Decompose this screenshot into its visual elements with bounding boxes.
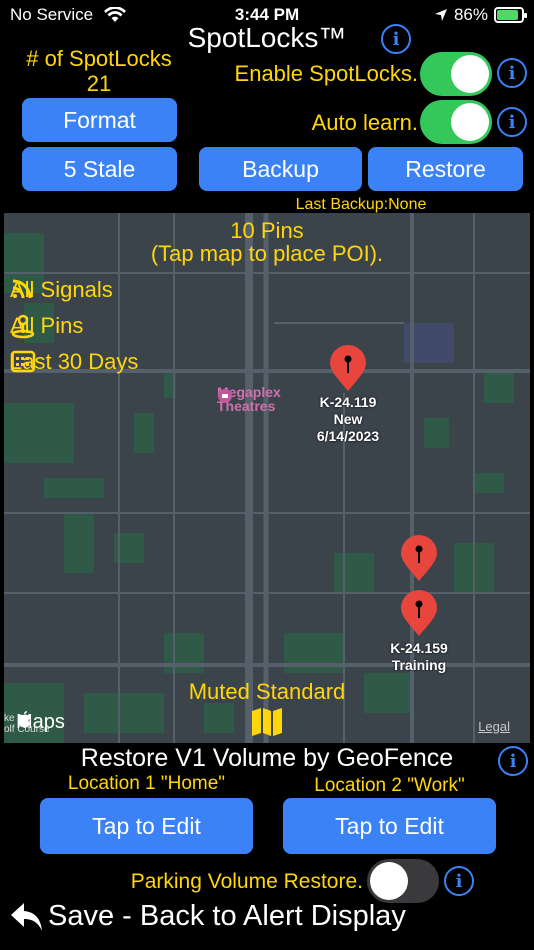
parking-volume-label: Parking Volume Restore.: [130, 870, 363, 893]
map-hint: (Tap map to place POI).: [150, 241, 384, 266]
enable-info-icon[interactable]: i: [497, 58, 527, 88]
restore-button[interactable]: Restore: [368, 147, 523, 191]
location-arrow-icon: [434, 9, 447, 21]
location2-edit-button[interactable]: Tap to Edit: [283, 798, 496, 854]
pin-marker-2[interactable]: [399, 535, 439, 583]
filter-last-30-days[interactable]: Last 30 Days: [10, 349, 138, 375]
signal-icon: [12, 279, 32, 299]
reply-arrow-icon: [11, 902, 42, 931]
pin-label-3: K-24.159 Training: [369, 640, 469, 674]
pin-label-1-status: New: [333, 411, 363, 427]
pin-filter-icon: [11, 314, 35, 339]
spotlocks-count-block: # of SpotLocks 21: [14, 46, 184, 96]
pin-label-3-status: Training: [391, 657, 447, 673]
auto-learn-toggle[interactable]: [420, 100, 492, 144]
save-back-label: Save - Back to Alert Display: [48, 900, 406, 932]
backup-button[interactable]: Backup: [199, 147, 362, 191]
pins-count: 10 Pins: [230, 218, 304, 243]
apple-maps-brand: Maps: [16, 711, 65, 734]
map-style-icon[interactable]: [250, 707, 284, 737]
spotlocks-count: 21: [86, 71, 112, 96]
legal-link[interactable]: Legal: [478, 719, 510, 734]
pin-marker-3[interactable]: [399, 590, 439, 638]
location2-label: Location 2 "Work": [314, 775, 465, 796]
location1-label: Location 1 "Home": [67, 773, 226, 794]
stale-button[interactable]: 5 Stale: [22, 147, 177, 191]
pin-label-1-date: 6/14/2023: [316, 428, 380, 444]
geofence-info-icon[interactable]: i: [498, 746, 528, 776]
parking-info-icon[interactable]: i: [444, 866, 474, 896]
theater-icon: [218, 389, 232, 403]
filter-all-pins[interactable]: All Pins: [10, 313, 83, 339]
auto-learn-info-icon[interactable]: i: [497, 107, 527, 137]
pin-marker-1[interactable]: [328, 345, 368, 393]
title-info-icon[interactable]: i: [381, 24, 411, 54]
location1-edit-button[interactable]: Tap to Edit: [40, 798, 253, 854]
map-view[interactable]: 10 Pins (Tap map to place POI). All Sign…: [4, 213, 530, 743]
apple-logo-icon: [18, 711, 30, 728]
calendar-icon: [10, 350, 36, 373]
filter-all-signals[interactable]: All Signals: [10, 277, 113, 303]
pin-label-3-code: K-24.159: [390, 640, 448, 656]
save-back-button[interactable]: Save - Back to Alert Display: [10, 900, 406, 933]
geofence-title: Restore V1 Volume by GeoFence: [80, 744, 454, 772]
last-backup-label: Last Backup:None: [295, 196, 427, 213]
enable-spotlocks-toggle[interactable]: [420, 52, 492, 96]
spotlocks-count-label: # of SpotLocks: [26, 46, 172, 71]
auto-learn-label: Auto learn.: [311, 110, 418, 135]
enable-spotlocks-label: Enable SpotLocks.: [234, 61, 418, 86]
pin-label-1-code: K-24.119: [319, 394, 377, 410]
poi-megaplex[interactable]: Megaplex Theatres: [217, 385, 287, 413]
parking-volume-toggle[interactable]: [367, 859, 439, 903]
battery-icon: [494, 7, 527, 23]
pin-label-1: K-24.119 New 6/14/2023: [298, 394, 398, 445]
map-style-label: Muted Standard: [188, 679, 346, 704]
format-button[interactable]: Format: [22, 98, 177, 142]
